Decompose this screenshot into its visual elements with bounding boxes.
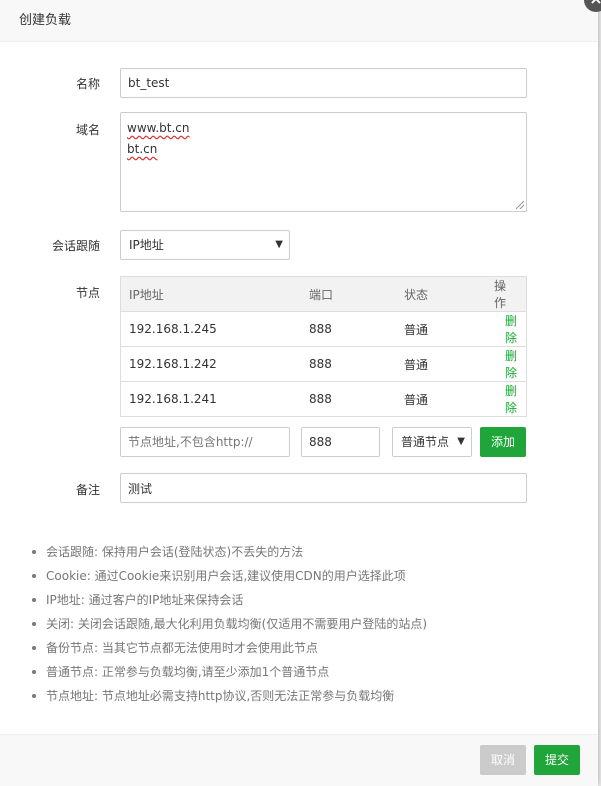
- help-tip: IP地址: 通过客户的IP地址来保持会话: [30, 588, 427, 612]
- table-row: 192.168.1.242 888 普通 删除: [120, 346, 527, 382]
- name-input[interactable]: [120, 68, 527, 98]
- delete-node-link[interactable]: 删除: [505, 384, 517, 415]
- column-header-ip: IP地址: [120, 276, 309, 312]
- dialog-footer: 取消 提交: [0, 734, 598, 786]
- create-load-dialog: 创建负载 名称 域名 www.bt.cn bt.cn 会话跟随 IP地址 ▼ 节…: [0, 0, 598, 786]
- caret-down-icon: ▼: [275, 239, 283, 250]
- node-type-select[interactable]: 普通节点 ▼: [392, 427, 472, 457]
- column-header-port: 端口: [309, 276, 404, 312]
- column-header-status: 状态: [404, 276, 494, 312]
- node-port: 888: [309, 311, 404, 347]
- domain-line-2: bt.cn: [127, 142, 158, 156]
- help-tip: Cookie: 通过Cookie来识别用户会话,建议使用CDN的用户选择此项: [30, 564, 427, 588]
- node-status: 普通: [404, 311, 494, 347]
- node-ip: 192.168.1.242: [120, 346, 309, 382]
- delete-node-link[interactable]: 删除: [505, 349, 517, 380]
- table-row: 192.168.1.245 888 普通 删除: [120, 311, 527, 347]
- node-address-input[interactable]: [120, 427, 290, 457]
- nodes-label: 节点: [75, 286, 100, 300]
- remark-input[interactable]: [120, 473, 527, 503]
- remark-label: 备注: [75, 483, 100, 497]
- table-row: 192.168.1.241 888 普通 删除: [120, 381, 527, 417]
- node-port: 888: [309, 346, 404, 382]
- domain-line-1: www.bt.cn: [127, 121, 190, 135]
- session-label: 会话跟随: [51, 239, 100, 253]
- node-ip: 192.168.1.241: [120, 381, 309, 417]
- column-header-action: 操作: [494, 276, 527, 312]
- domain-label: 域名: [75, 123, 100, 137]
- help-tip: 关闭: 关闭会话跟随,最大化利用负载均衡(仅适用不需要用户登陆的站点): [30, 612, 427, 636]
- domain-textarea[interactable]: www.bt.cn bt.cn: [120, 112, 527, 212]
- node-type-value: 普通节点: [401, 435, 450, 449]
- cancel-button[interactable]: 取消: [480, 745, 526, 775]
- node-status: 普通: [404, 381, 494, 417]
- caret-down-icon: ▼: [457, 436, 465, 447]
- session-select-value: IP地址: [129, 238, 164, 252]
- node-port: 888: [309, 381, 404, 417]
- nodes-table: IP地址 端口 状态 操作 192.168.1.245 888 普通 删除 19…: [120, 276, 527, 417]
- node-ip: 192.168.1.245: [120, 311, 309, 347]
- help-tip: 备份节点: 当其它节点都无法使用时才会使用此节点: [30, 636, 427, 660]
- name-label: 名称: [75, 77, 100, 91]
- resize-grip-icon[interactable]: [516, 201, 524, 209]
- help-tip: 会话跟随: 保持用户会话(登陆状态)不丢失的方法: [30, 540, 427, 564]
- submit-button[interactable]: 提交: [534, 745, 580, 775]
- table-header-row: IP地址 端口 状态 操作: [120, 276, 527, 312]
- delete-node-link[interactable]: 删除: [505, 314, 517, 345]
- help-tips-list: 会话跟随: 保持用户会话(登陆状态)不丢失的方法 Cookie: 通过Cooki…: [30, 540, 427, 708]
- help-tip: 普通节点: 正常参与负载均衡,请至少添加1个普通节点: [30, 660, 427, 684]
- session-select[interactable]: IP地址 ▼: [120, 230, 290, 260]
- node-port-input[interactable]: [301, 427, 380, 457]
- dialog-title: 创建负载: [0, 0, 598, 42]
- node-status: 普通: [404, 346, 494, 382]
- help-tip: 节点地址: 节点地址必需支持http协议,否则无法正常参与负载均衡: [30, 684, 427, 708]
- add-node-button[interactable]: 添加: [480, 427, 526, 457]
